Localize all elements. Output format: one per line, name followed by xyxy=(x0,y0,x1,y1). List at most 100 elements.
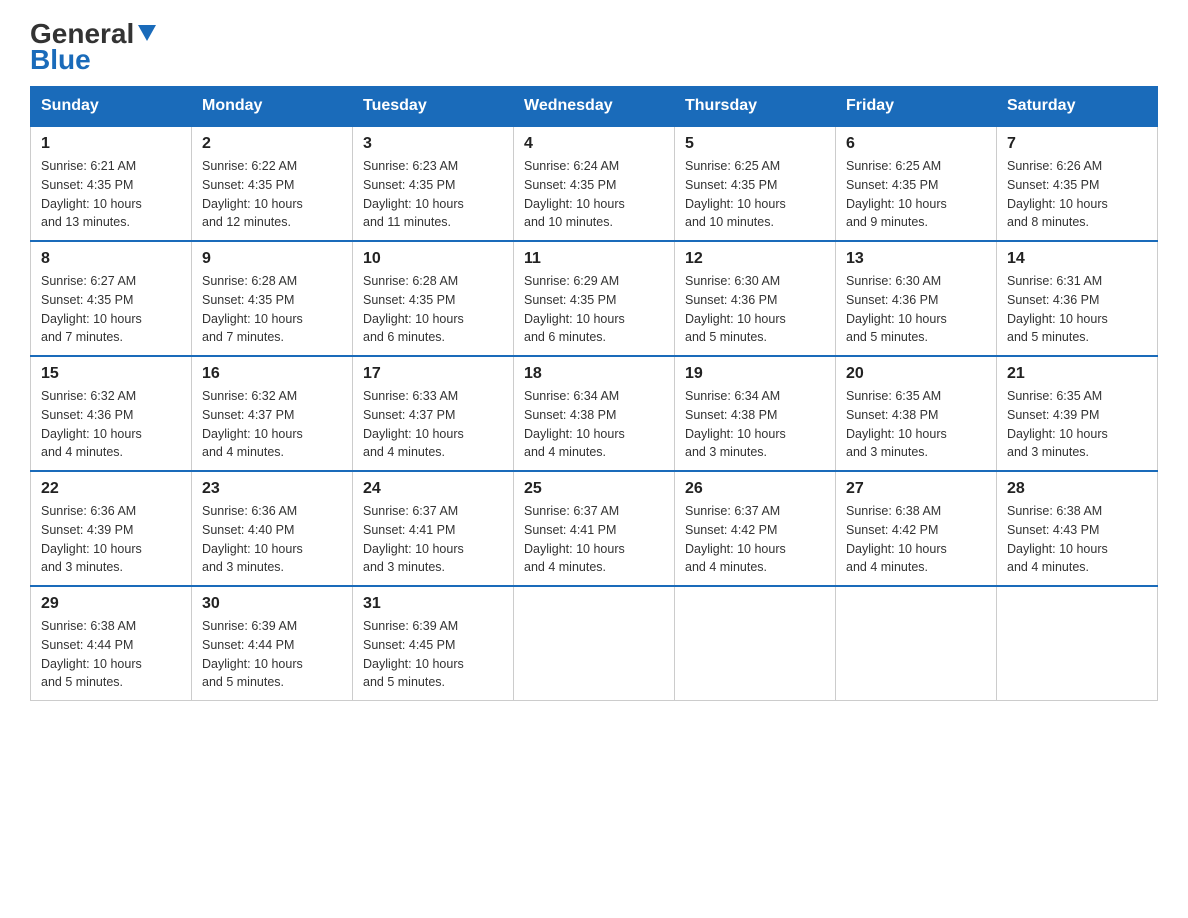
calendar-cell xyxy=(514,586,675,701)
day-info: Sunrise: 6:23 AM Sunset: 4:35 PM Dayligh… xyxy=(363,157,503,232)
calendar-cell: 19 Sunrise: 6:34 AM Sunset: 4:38 PM Dayl… xyxy=(675,356,836,471)
day-number: 11 xyxy=(524,250,664,268)
calendar-cell xyxy=(836,586,997,701)
logo-arrow-icon xyxy=(136,21,158,43)
day-number: 17 xyxy=(363,365,503,383)
day-number: 21 xyxy=(1007,365,1147,383)
calendar-cell: 18 Sunrise: 6:34 AM Sunset: 4:38 PM Dayl… xyxy=(514,356,675,471)
calendar-cell: 16 Sunrise: 6:32 AM Sunset: 4:37 PM Dayl… xyxy=(192,356,353,471)
day-info: Sunrise: 6:38 AM Sunset: 4:42 PM Dayligh… xyxy=(846,502,986,577)
day-number: 2 xyxy=(202,135,342,153)
calendar-cell: 4 Sunrise: 6:24 AM Sunset: 4:35 PM Dayli… xyxy=(514,126,675,241)
day-number: 30 xyxy=(202,595,342,613)
day-info: Sunrise: 6:36 AM Sunset: 4:39 PM Dayligh… xyxy=(41,502,181,577)
calendar-cell: 7 Sunrise: 6:26 AM Sunset: 4:35 PM Dayli… xyxy=(997,126,1158,241)
day-number: 6 xyxy=(846,135,986,153)
calendar-cell: 10 Sunrise: 6:28 AM Sunset: 4:35 PM Dayl… xyxy=(353,241,514,356)
day-number: 13 xyxy=(846,250,986,268)
calendar-cell: 20 Sunrise: 6:35 AM Sunset: 4:38 PM Dayl… xyxy=(836,356,997,471)
logo-blue: Blue xyxy=(30,44,91,76)
day-info: Sunrise: 6:28 AM Sunset: 4:35 PM Dayligh… xyxy=(202,272,342,347)
day-number: 23 xyxy=(202,480,342,498)
header-sunday: Sunday xyxy=(31,87,192,127)
day-info: Sunrise: 6:35 AM Sunset: 4:38 PM Dayligh… xyxy=(846,387,986,462)
week-row-1: 1 Sunrise: 6:21 AM Sunset: 4:35 PM Dayli… xyxy=(31,126,1158,241)
calendar-cell: 3 Sunrise: 6:23 AM Sunset: 4:35 PM Dayli… xyxy=(353,126,514,241)
calendar-cell: 26 Sunrise: 6:37 AM Sunset: 4:42 PM Dayl… xyxy=(675,471,836,586)
week-row-4: 22 Sunrise: 6:36 AM Sunset: 4:39 PM Dayl… xyxy=(31,471,1158,586)
day-info: Sunrise: 6:36 AM Sunset: 4:40 PM Dayligh… xyxy=(202,502,342,577)
header-wednesday: Wednesday xyxy=(514,87,675,127)
calendar-cell: 28 Sunrise: 6:38 AM Sunset: 4:43 PM Dayl… xyxy=(997,471,1158,586)
calendar-cell: 23 Sunrise: 6:36 AM Sunset: 4:40 PM Dayl… xyxy=(192,471,353,586)
day-number: 8 xyxy=(41,250,181,268)
calendar-cell: 21 Sunrise: 6:35 AM Sunset: 4:39 PM Dayl… xyxy=(997,356,1158,471)
day-number: 31 xyxy=(363,595,503,613)
day-number: 5 xyxy=(685,135,825,153)
day-number: 28 xyxy=(1007,480,1147,498)
calendar-table: SundayMondayTuesdayWednesdayThursdayFrid… xyxy=(30,86,1158,701)
day-info: Sunrise: 6:39 AM Sunset: 4:44 PM Dayligh… xyxy=(202,617,342,692)
header-monday: Monday xyxy=(192,87,353,127)
header-saturday: Saturday xyxy=(997,87,1158,127)
day-number: 15 xyxy=(41,365,181,383)
day-info: Sunrise: 6:37 AM Sunset: 4:41 PM Dayligh… xyxy=(363,502,503,577)
calendar-cell: 29 Sunrise: 6:38 AM Sunset: 4:44 PM Dayl… xyxy=(31,586,192,701)
day-number: 26 xyxy=(685,480,825,498)
calendar-cell: 13 Sunrise: 6:30 AM Sunset: 4:36 PM Dayl… xyxy=(836,241,997,356)
calendar-cell: 5 Sunrise: 6:25 AM Sunset: 4:35 PM Dayli… xyxy=(675,126,836,241)
day-number: 7 xyxy=(1007,135,1147,153)
calendar-cell: 1 Sunrise: 6:21 AM Sunset: 4:35 PM Dayli… xyxy=(31,126,192,241)
day-number: 10 xyxy=(363,250,503,268)
day-info: Sunrise: 6:39 AM Sunset: 4:45 PM Dayligh… xyxy=(363,617,503,692)
calendar-cell: 17 Sunrise: 6:33 AM Sunset: 4:37 PM Dayl… xyxy=(353,356,514,471)
day-info: Sunrise: 6:37 AM Sunset: 4:41 PM Dayligh… xyxy=(524,502,664,577)
calendar-cell: 15 Sunrise: 6:32 AM Sunset: 4:36 PM Dayl… xyxy=(31,356,192,471)
page-header: General Blue xyxy=(30,20,1158,76)
header-friday: Friday xyxy=(836,87,997,127)
day-number: 3 xyxy=(363,135,503,153)
day-info: Sunrise: 6:27 AM Sunset: 4:35 PM Dayligh… xyxy=(41,272,181,347)
calendar-cell: 30 Sunrise: 6:39 AM Sunset: 4:44 PM Dayl… xyxy=(192,586,353,701)
day-info: Sunrise: 6:35 AM Sunset: 4:39 PM Dayligh… xyxy=(1007,387,1147,462)
day-number: 29 xyxy=(41,595,181,613)
calendar-header-row: SundayMondayTuesdayWednesdayThursdayFrid… xyxy=(31,87,1158,127)
calendar-cell: 9 Sunrise: 6:28 AM Sunset: 4:35 PM Dayli… xyxy=(192,241,353,356)
week-row-2: 8 Sunrise: 6:27 AM Sunset: 4:35 PM Dayli… xyxy=(31,241,1158,356)
day-info: Sunrise: 6:32 AM Sunset: 4:37 PM Dayligh… xyxy=(202,387,342,462)
week-row-5: 29 Sunrise: 6:38 AM Sunset: 4:44 PM Dayl… xyxy=(31,586,1158,701)
calendar-cell: 14 Sunrise: 6:31 AM Sunset: 4:36 PM Dayl… xyxy=(997,241,1158,356)
day-number: 4 xyxy=(524,135,664,153)
day-info: Sunrise: 6:31 AM Sunset: 4:36 PM Dayligh… xyxy=(1007,272,1147,347)
day-number: 24 xyxy=(363,480,503,498)
calendar-cell: 22 Sunrise: 6:36 AM Sunset: 4:39 PM Dayl… xyxy=(31,471,192,586)
day-info: Sunrise: 6:29 AM Sunset: 4:35 PM Dayligh… xyxy=(524,272,664,347)
day-info: Sunrise: 6:32 AM Sunset: 4:36 PM Dayligh… xyxy=(41,387,181,462)
calendar-cell: 27 Sunrise: 6:38 AM Sunset: 4:42 PM Dayl… xyxy=(836,471,997,586)
day-number: 22 xyxy=(41,480,181,498)
calendar-cell: 12 Sunrise: 6:30 AM Sunset: 4:36 PM Dayl… xyxy=(675,241,836,356)
day-info: Sunrise: 6:21 AM Sunset: 4:35 PM Dayligh… xyxy=(41,157,181,232)
calendar-cell xyxy=(675,586,836,701)
day-info: Sunrise: 6:34 AM Sunset: 4:38 PM Dayligh… xyxy=(685,387,825,462)
day-number: 27 xyxy=(846,480,986,498)
calendar-cell: 25 Sunrise: 6:37 AM Sunset: 4:41 PM Dayl… xyxy=(514,471,675,586)
day-info: Sunrise: 6:38 AM Sunset: 4:44 PM Dayligh… xyxy=(41,617,181,692)
day-number: 9 xyxy=(202,250,342,268)
day-number: 16 xyxy=(202,365,342,383)
day-number: 1 xyxy=(41,135,181,153)
day-info: Sunrise: 6:33 AM Sunset: 4:37 PM Dayligh… xyxy=(363,387,503,462)
calendar-cell: 6 Sunrise: 6:25 AM Sunset: 4:35 PM Dayli… xyxy=(836,126,997,241)
calendar-cell: 24 Sunrise: 6:37 AM Sunset: 4:41 PM Dayl… xyxy=(353,471,514,586)
day-info: Sunrise: 6:25 AM Sunset: 4:35 PM Dayligh… xyxy=(685,157,825,232)
calendar-cell: 31 Sunrise: 6:39 AM Sunset: 4:45 PM Dayl… xyxy=(353,586,514,701)
calendar-cell: 8 Sunrise: 6:27 AM Sunset: 4:35 PM Dayli… xyxy=(31,241,192,356)
calendar-cell: 2 Sunrise: 6:22 AM Sunset: 4:35 PM Dayli… xyxy=(192,126,353,241)
day-info: Sunrise: 6:22 AM Sunset: 4:35 PM Dayligh… xyxy=(202,157,342,232)
calendar-cell xyxy=(997,586,1158,701)
day-number: 20 xyxy=(846,365,986,383)
day-info: Sunrise: 6:37 AM Sunset: 4:42 PM Dayligh… xyxy=(685,502,825,577)
day-info: Sunrise: 6:30 AM Sunset: 4:36 PM Dayligh… xyxy=(846,272,986,347)
day-number: 19 xyxy=(685,365,825,383)
day-number: 18 xyxy=(524,365,664,383)
